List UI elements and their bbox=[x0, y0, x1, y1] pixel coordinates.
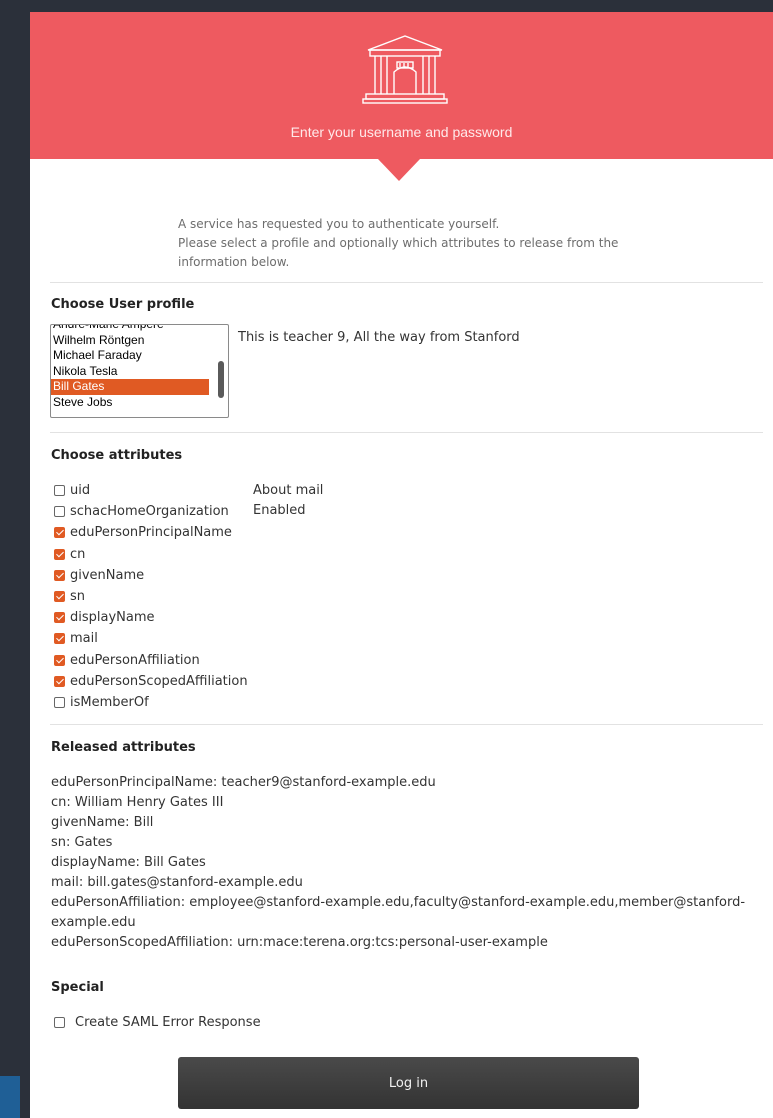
attribute-label: schacHomeOrganization bbox=[70, 504, 229, 520]
background-corner-block bbox=[0, 1076, 20, 1118]
attribute-info-title: About mail bbox=[253, 483, 324, 498]
user-profile-listbox[interactable]: André-Marie Ampère Wilhelm Röntgen Micha… bbox=[50, 324, 229, 418]
attribute-label: sn bbox=[70, 589, 86, 605]
profile-options: André-Marie Ampère Wilhelm Röntgen Micha… bbox=[51, 325, 209, 411]
header-banner: Enter your username and password bbox=[30, 12, 773, 181]
attribute-item[interactable]: cn bbox=[54, 544, 248, 565]
intro-text: A service has requested you to authentic… bbox=[178, 215, 648, 272]
divider bbox=[50, 282, 763, 283]
released-attribute-line: mail: bill.gates@stanford-example.edu bbox=[51, 875, 303, 890]
released-attribute-line: eduPersonAffiliation: employee@stanford-… bbox=[51, 895, 746, 930]
attribute-checkbox-checked[interactable] bbox=[54, 654, 65, 666]
attribute-checkbox[interactable] bbox=[54, 506, 65, 518]
login-button[interactable]: Log in bbox=[178, 1057, 639, 1109]
attribute-checkbox-checked[interactable] bbox=[54, 548, 65, 560]
profile-option[interactable]: Michael Faraday bbox=[51, 348, 209, 364]
profile-description: This is teacher 9, All the way from Stan… bbox=[238, 330, 520, 345]
profile-option[interactable]: André-Marie Ampère bbox=[51, 325, 209, 333]
login-card: Enter your username and password A servi… bbox=[30, 12, 773, 1118]
released-attribute-line: cn: William Henry Gates III bbox=[51, 795, 224, 810]
saml-error-option[interactable]: Create SAML Error Response bbox=[54, 1015, 261, 1030]
released-attribute-line: displayName: Bill Gates bbox=[51, 855, 206, 870]
attribute-checklist: uid schacHomeOrganization eduPersonPrinc… bbox=[54, 480, 248, 713]
profile-option[interactable]: Steve Jobs bbox=[51, 395, 209, 411]
profile-option[interactable]: Nikola Tesla bbox=[51, 364, 209, 380]
attribute-item[interactable]: displayName bbox=[54, 607, 248, 628]
attribute-checkbox[interactable] bbox=[54, 485, 65, 497]
attribute-item[interactable]: sn bbox=[54, 586, 248, 607]
released-attribute-line: givenName: Bill bbox=[51, 815, 154, 830]
attribute-label: displayName bbox=[70, 610, 155, 626]
listbox-scrollbar-thumb[interactable] bbox=[218, 361, 224, 398]
institution-building-icon bbox=[362, 35, 448, 104]
divider bbox=[50, 432, 763, 433]
header-pointer-arrow bbox=[378, 159, 420, 181]
attribute-checkbox-checked[interactable] bbox=[54, 675, 65, 687]
released-section-title: Released attributes bbox=[51, 740, 196, 755]
special-section-title: Special bbox=[51, 980, 104, 995]
attribute-checkbox-checked[interactable] bbox=[54, 633, 65, 645]
profile-option-selected[interactable]: Bill Gates bbox=[51, 379, 209, 395]
attribute-item[interactable]: eduPersonScopedAffiliation bbox=[54, 671, 248, 692]
profile-option[interactable]: Wilhelm Röntgen bbox=[51, 333, 209, 349]
attribute-label: mail bbox=[70, 631, 98, 647]
attribute-checkbox-checked[interactable] bbox=[54, 527, 65, 539]
attribute-item[interactable]: eduPersonPrincipalName bbox=[54, 522, 248, 543]
attribute-item[interactable]: schacHomeOrganization bbox=[54, 501, 248, 522]
released-attribute-line: sn: Gates bbox=[51, 835, 113, 850]
attribute-checkbox-checked[interactable] bbox=[54, 569, 65, 581]
attribute-label: eduPersonAffiliation bbox=[70, 652, 200, 668]
saml-error-label: Create SAML Error Response bbox=[75, 1015, 261, 1030]
attribute-item[interactable]: mail bbox=[54, 628, 248, 649]
profile-section-title: Choose User profile bbox=[51, 297, 195, 312]
attribute-item[interactable]: isMemberOf bbox=[54, 692, 248, 713]
attribute-checkbox-checked[interactable] bbox=[54, 612, 65, 624]
saml-error-checkbox[interactable] bbox=[54, 1017, 65, 1028]
released-attribute-line: eduPersonPrincipalName: teacher9@stanfor… bbox=[51, 775, 436, 790]
header-subtitle: Enter your username and password bbox=[290, 124, 513, 140]
attribute-info-panel: About mail Enabled bbox=[253, 481, 323, 521]
divider bbox=[50, 724, 763, 725]
intro-line: A service has requested you to authentic… bbox=[178, 217, 500, 231]
attribute-item[interactable]: eduPersonAffiliation bbox=[54, 650, 248, 671]
attribute-checkbox-checked[interactable] bbox=[54, 591, 65, 603]
released-attribute-line: eduPersonScopedAffiliation: urn:mace:ter… bbox=[51, 935, 548, 950]
intro-line: Please select a profile and optionally w… bbox=[178, 236, 619, 250]
released-attributes-list: eduPersonPrincipalName: teacher9@stanfor… bbox=[51, 773, 763, 953]
attribute-label: eduPersonPrincipalName bbox=[70, 525, 232, 541]
attribute-label: givenName bbox=[70, 567, 145, 583]
attribute-checkbox[interactable] bbox=[54, 696, 65, 708]
attribute-item[interactable]: givenName bbox=[54, 565, 248, 586]
attribute-label: isMemberOf bbox=[70, 694, 149, 710]
attribute-label: eduPersonScopedAffiliation bbox=[70, 673, 248, 689]
attribute-label: cn bbox=[70, 546, 86, 562]
attribute-item[interactable]: uid bbox=[54, 480, 248, 501]
intro-line: information below. bbox=[178, 255, 290, 269]
attributes-section-title: Choose attributes bbox=[51, 448, 183, 463]
attribute-info-status: Enabled bbox=[253, 503, 306, 518]
attribute-label: uid bbox=[70, 483, 91, 499]
